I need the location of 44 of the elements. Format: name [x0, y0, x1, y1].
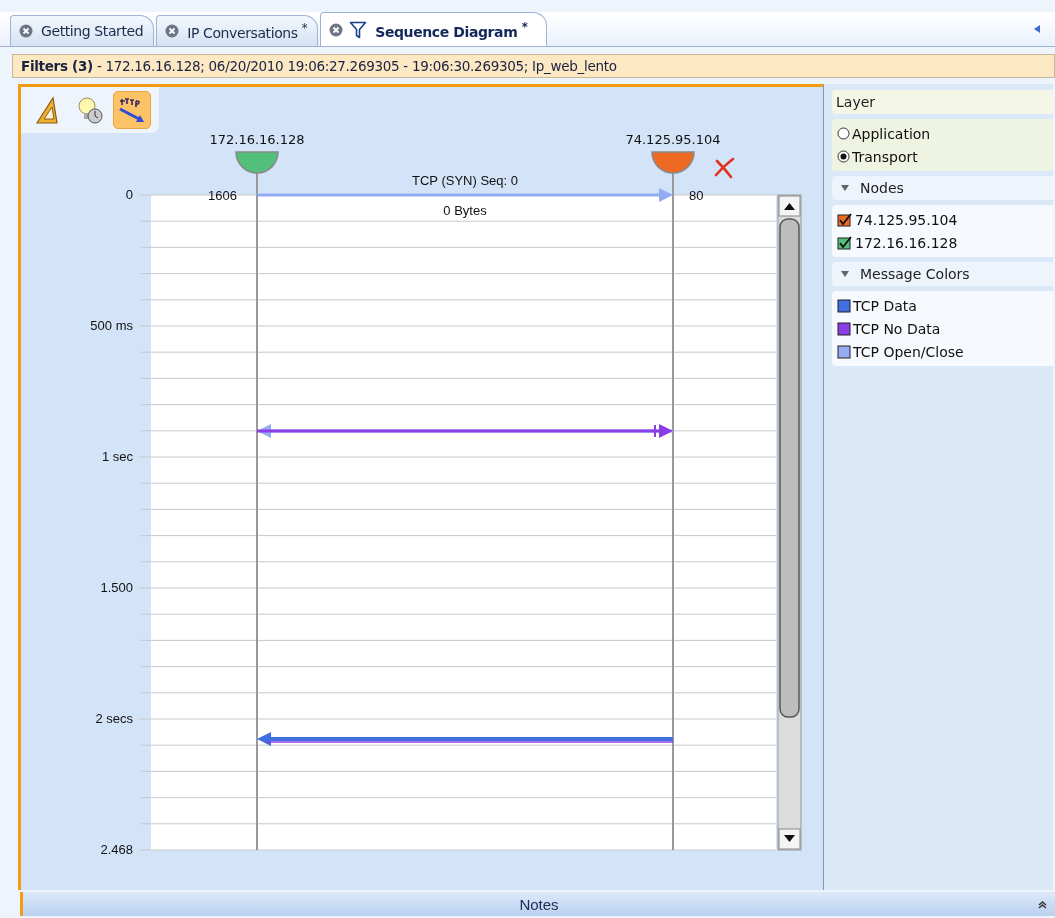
tab[interactable]: Getting Started [10, 15, 155, 46]
radio-option[interactable]: Transport [837, 146, 1048, 167]
radio-selected-icon[interactable] [837, 150, 850, 163]
radio-option[interactable]: Application [837, 123, 1048, 144]
legend-item: TCP Open/Close [837, 341, 1048, 362]
expanded-icon[interactable] [840, 270, 850, 278]
http-tool-button[interactable] [113, 91, 151, 129]
tab[interactable]: Sequence Diagram $^{*}$ [320, 12, 547, 46]
expanded-icon[interactable] [840, 184, 850, 192]
notes-title: Notes [519, 895, 559, 913]
time-label: 500 ms [90, 318, 133, 333]
tab[interactable]: IP Conversations $^{*}$ [156, 15, 319, 46]
time-label: 1.500 [100, 580, 133, 595]
time-label: 1 sec [101, 449, 133, 464]
port-label: 80 [689, 188, 704, 203]
node-checkbox[interactable]: 172.16.16.128 [837, 232, 1048, 253]
checkbox-checked-icon[interactable] [837, 235, 853, 250]
message-size: 0 Bytes [443, 203, 487, 218]
close-icon[interactable] [165, 24, 180, 38]
section-header[interactable]: Message Colors [832, 262, 1053, 286]
section-header: Layer [832, 90, 1053, 114]
node-label: 74.125.95.104 [625, 132, 721, 147]
notes-bar[interactable]: Notes [20, 892, 1055, 916]
scroll-left-icon[interactable] [1033, 24, 1041, 34]
arrow-icon [117, 95, 147, 125]
filter-bar: Filters (3) - 172.16.16.128; 06/20/2010 19:06:27.269305 - 19:06:30.269305; Ip_web_lento [12, 54, 1055, 78]
message-label: TCP (SYN) Seq: 0 [412, 173, 518, 188]
vertical-scrollbar[interactable] [777, 194, 802, 851]
section-header[interactable]: Nodes [832, 176, 1053, 200]
legend-item: TCP Data [837, 295, 1048, 316]
time-label: 0 [125, 187, 133, 202]
remove-icon[interactable] [714, 157, 735, 179]
collapse-up-icon[interactable] [1038, 900, 1047, 909]
time-label: 2 secs [95, 711, 133, 726]
time-label: 2.468 [100, 842, 133, 857]
radio-icon[interactable] [837, 127, 850, 140]
port-label: 1606 [208, 188, 237, 203]
close-icon[interactable] [19, 24, 33, 38]
node-checkbox[interactable]: 74.125.95.104 [837, 209, 1048, 230]
legend-item: TCP No Data [837, 318, 1048, 339]
node-label: 172.16.16.128 [209, 132, 305, 147]
close-icon[interactable] [329, 22, 344, 37]
checkbox-checked-icon[interactable] [837, 212, 853, 227]
lightbulb-clock-icon [75, 95, 105, 125]
